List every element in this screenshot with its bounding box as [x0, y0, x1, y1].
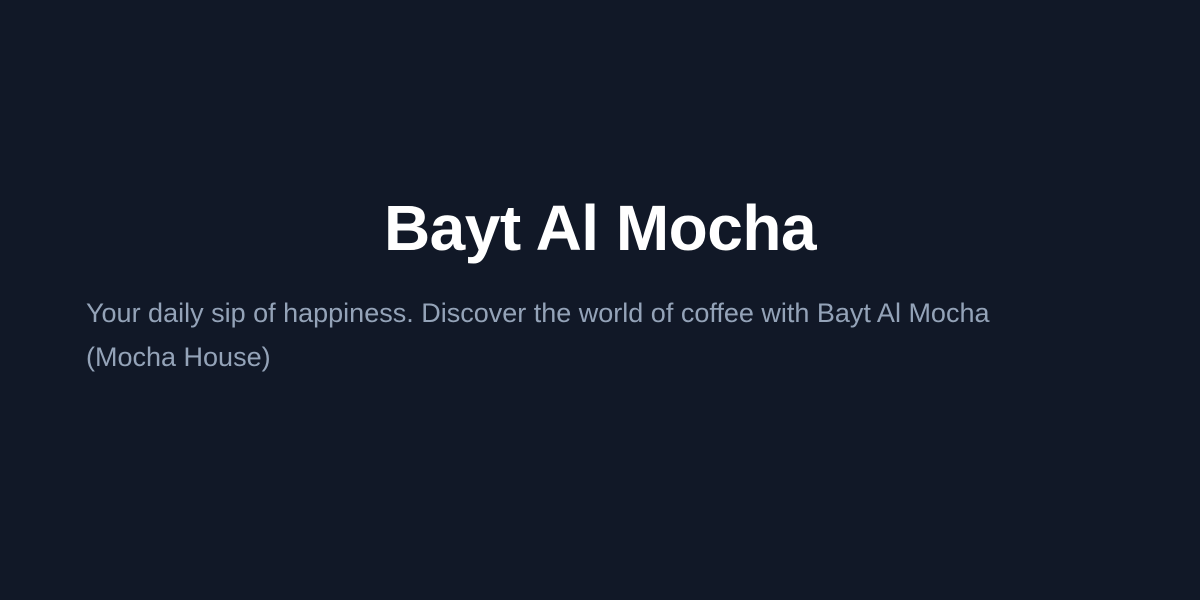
social-preview-card: Bayt Al Mocha Your daily sip of happines… — [0, 0, 1200, 600]
page-title: Bayt Al Mocha — [383, 192, 817, 264]
page-description: Your daily sip of happiness. Discover th… — [86, 298, 990, 372]
